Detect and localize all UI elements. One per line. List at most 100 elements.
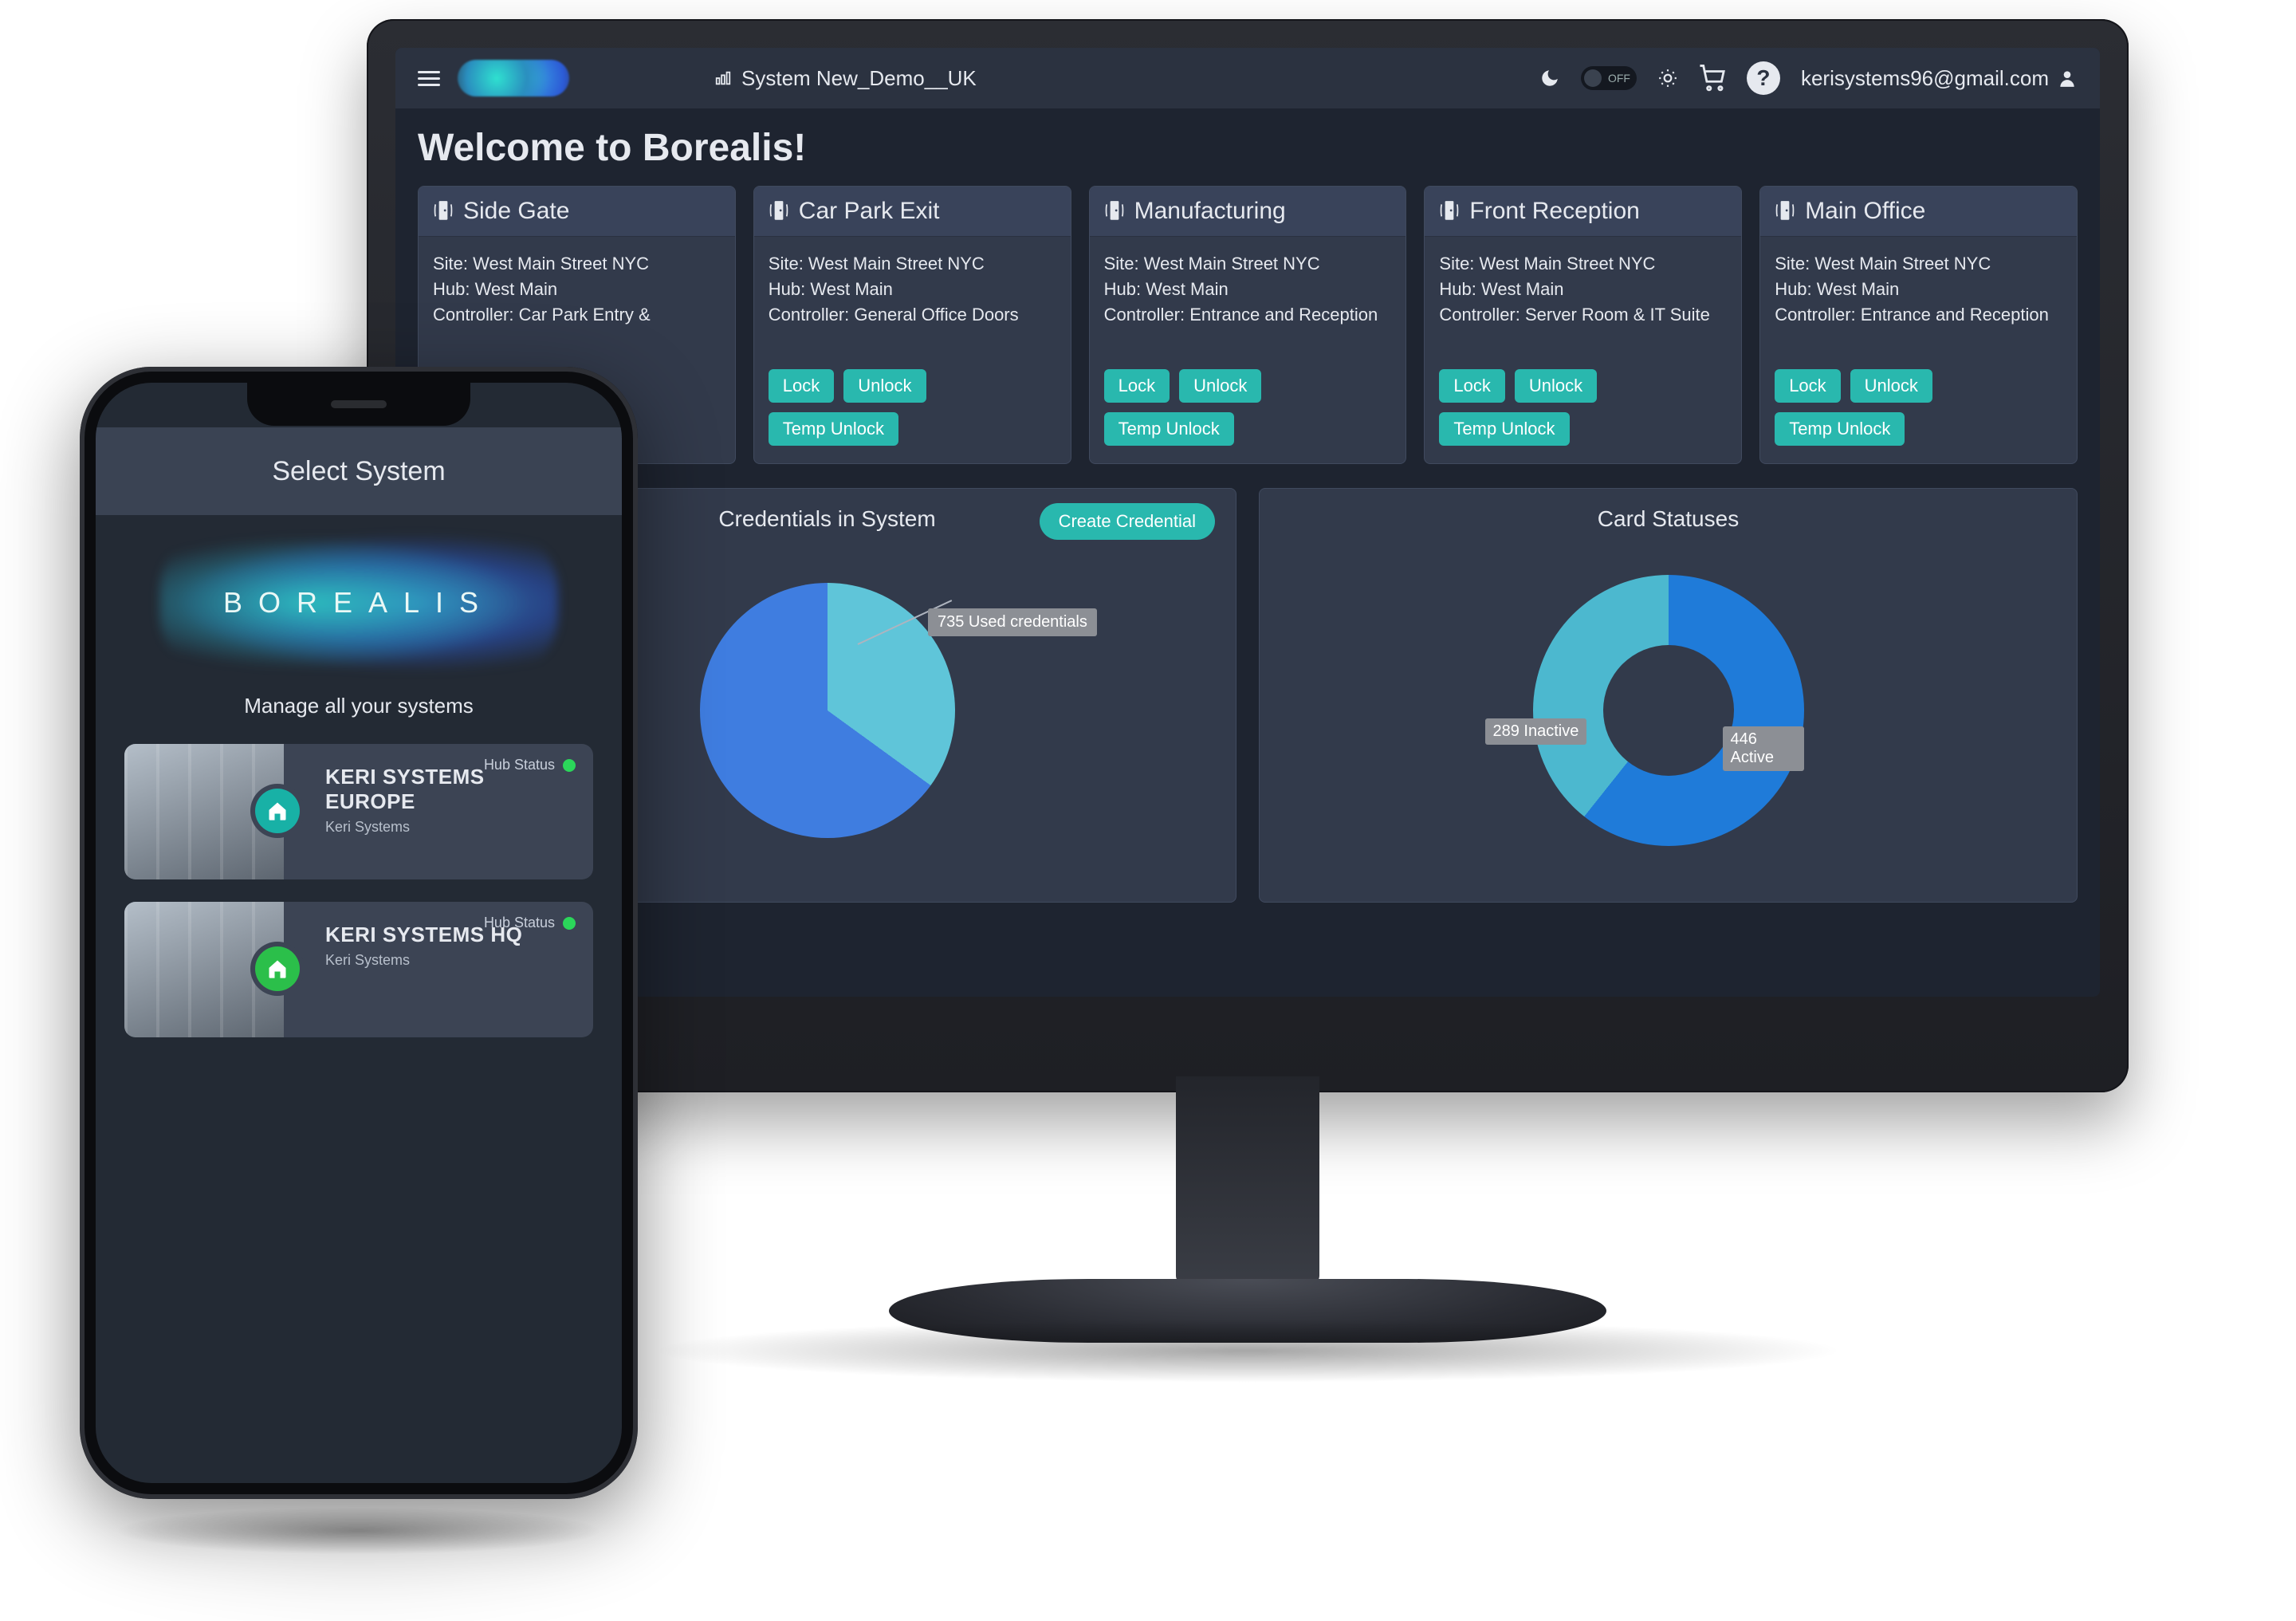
cart-icon[interactable]	[1699, 65, 1726, 92]
phone-subtitle: Manage all your systems	[96, 694, 622, 718]
door-info: Site: West Main Street NYC Hub: West Mai…	[769, 251, 1056, 355]
top-bar: System New_Demo__UK OFF ?	[395, 48, 2100, 108]
door-controller: Controller: Car Park Entry &	[433, 302, 721, 328]
temp-unlock-button[interactable]: Temp Unlock	[1775, 412, 1905, 446]
door-card: Manufacturing Site: West Main Street NYC…	[1089, 186, 1407, 464]
create-credential-button[interactable]: Create Credential	[1040, 503, 1215, 540]
system-chart-icon	[714, 69, 732, 87]
door-info: Site: West Main Street NYC Hub: West Mai…	[1775, 251, 2062, 355]
card-statuses-donut-chart: 289 Inactive 446 Active	[1280, 551, 2056, 870]
door-card: Main Office Site: West Main Street NYC H…	[1759, 186, 2078, 464]
door-name: Side Gate	[463, 198, 569, 225]
widget-title: Credentials in System	[718, 506, 935, 532]
donut-label-active: 446 Active	[1723, 726, 1804, 771]
phone-frame: Select System BOREALIS Manage all your s…	[80, 367, 638, 1499]
door-cards-row: Side Gate Site: West Main Street NYC Hub…	[418, 186, 2078, 464]
lock-button[interactable]: Lock	[1775, 369, 1840, 403]
unlock-button[interactable]: Unlock	[1515, 369, 1597, 403]
door-controller: Controller: Entrance and Reception	[1104, 302, 1392, 328]
hamburger-menu-icon[interactable]	[418, 71, 440, 86]
donut-chart: 289 Inactive 446 Active	[1533, 575, 1804, 846]
door-hub: Hub: West Main	[1775, 277, 2062, 302]
unlock-button[interactable]: Unlock	[843, 369, 926, 403]
user-email: kerisystems96@gmail.com	[1801, 66, 2049, 91]
door-hub: Hub: West Main	[433, 277, 721, 302]
system-card[interactable]: KERI SYSTEMS EUROPE Keri Systems Hub Sta…	[124, 744, 593, 879]
phone-header: Select System	[96, 427, 622, 515]
door-name: Front Reception	[1469, 198, 1639, 225]
theme-toggle[interactable]: OFF	[1581, 66, 1637, 90]
door-controller: Controller: Entrance and Reception	[1775, 302, 2062, 328]
door-site: Site: West Main Street NYC	[1104, 251, 1392, 277]
lock-button[interactable]: Lock	[1104, 369, 1170, 403]
user-icon	[2057, 68, 2078, 89]
phone-header-title: Select System	[272, 456, 445, 487]
page-title: Welcome to Borealis!	[418, 126, 2078, 170]
hub-status: Hub Status	[484, 915, 576, 931]
sun-icon[interactable]	[1657, 68, 1678, 89]
phone-shadow	[112, 1507, 606, 1555]
status-dot-icon	[563, 759, 576, 772]
brand-logo[interactable]	[458, 60, 569, 96]
hub-status-label: Hub Status	[484, 915, 555, 931]
monitor-stand-neck	[1176, 1076, 1319, 1284]
door-icon	[433, 199, 454, 223]
door-info: Site: West Main Street NYC Hub: West Mai…	[1439, 251, 1727, 355]
door-name: Manufacturing	[1134, 198, 1286, 225]
lock-button[interactable]: Lock	[769, 369, 834, 403]
unlock-button[interactable]: Unlock	[1179, 369, 1261, 403]
brand-text: BOREALIS	[223, 586, 494, 620]
door-info: Site: West Main Street NYC Hub: West Mai…	[433, 251, 721, 355]
toggle-label: OFF	[1608, 72, 1630, 85]
door-hub: Hub: West Main	[1104, 277, 1392, 302]
phone-brand-area: BOREALIS	[96, 515, 622, 690]
door-site: Site: West Main Street NYC	[433, 251, 721, 277]
system-org: Keri Systems	[325, 819, 576, 836]
user-menu[interactable]: kerisystems96@gmail.com	[1801, 66, 2078, 91]
system-name: System New_Demo__UK	[741, 66, 977, 91]
pie-chart	[700, 583, 955, 838]
dashboard-page: Welcome to Borealis! Side Gate Site:	[395, 108, 2100, 997]
door-info: Site: West Main Street NYC Hub: West Mai…	[1104, 251, 1392, 355]
door-icon	[1775, 199, 1795, 223]
door-icon	[769, 199, 789, 223]
system-org: Keri Systems	[325, 952, 576, 969]
temp-unlock-button[interactable]: Temp Unlock	[769, 412, 898, 446]
phone-notch	[247, 383, 470, 426]
hub-status: Hub Status	[484, 757, 576, 773]
desktop-screen: System New_Demo__UK OFF ?	[395, 48, 2100, 997]
mobile-phone: Select System BOREALIS Manage all your s…	[80, 367, 638, 1555]
door-name: Main Office	[1805, 198, 1925, 225]
monitor-shadow	[650, 1319, 1846, 1383]
brand-logo-large: BOREALIS	[175, 543, 542, 663]
door-name: Car Park Exit	[799, 198, 940, 225]
system-badge-icon	[255, 946, 300, 991]
system-card[interactable]: KERI SYSTEMS HQ Keri Systems Hub Status	[124, 902, 593, 1037]
door-controller: Controller: Server Room & IT Suite	[1439, 302, 1727, 328]
temp-unlock-button[interactable]: Temp Unlock	[1104, 412, 1234, 446]
door-hub: Hub: West Main	[769, 277, 1056, 302]
unlock-button[interactable]: Unlock	[1850, 369, 1932, 403]
phone-screen: Select System BOREALIS Manage all your s…	[96, 383, 622, 1483]
temp-unlock-button[interactable]: Temp Unlock	[1439, 412, 1569, 446]
door-controller: Controller: General Office Doors	[769, 302, 1056, 328]
donut-label-inactive: 289 Inactive	[1485, 718, 1587, 745]
moon-icon[interactable]	[1539, 68, 1560, 89]
widgets-row: Create Credential Credentials in System …	[418, 488, 2078, 903]
door-site: Site: West Main Street NYC	[1439, 251, 1727, 277]
door-icon	[1439, 199, 1460, 223]
door-card: Car Park Exit Site: West Main Street NYC…	[753, 186, 1071, 464]
system-selector[interactable]: System New_Demo__UK	[714, 66, 977, 91]
door-site: Site: West Main Street NYC	[1775, 251, 2062, 277]
door-hub: Hub: West Main	[1439, 277, 1727, 302]
system-list: KERI SYSTEMS EUROPE Keri Systems Hub Sta…	[96, 744, 622, 1037]
door-icon	[1104, 199, 1125, 223]
widget-title: Card Statuses	[1598, 506, 1739, 532]
system-badge-icon	[255, 789, 300, 833]
door-site: Site: West Main Street NYC	[769, 251, 1056, 277]
pie-callout-label: 735 Used credentials	[928, 608, 1097, 636]
status-dot-icon	[563, 917, 576, 930]
hub-status-label: Hub Status	[484, 757, 555, 773]
lock-button[interactable]: Lock	[1439, 369, 1504, 403]
help-icon[interactable]: ?	[1747, 61, 1780, 95]
